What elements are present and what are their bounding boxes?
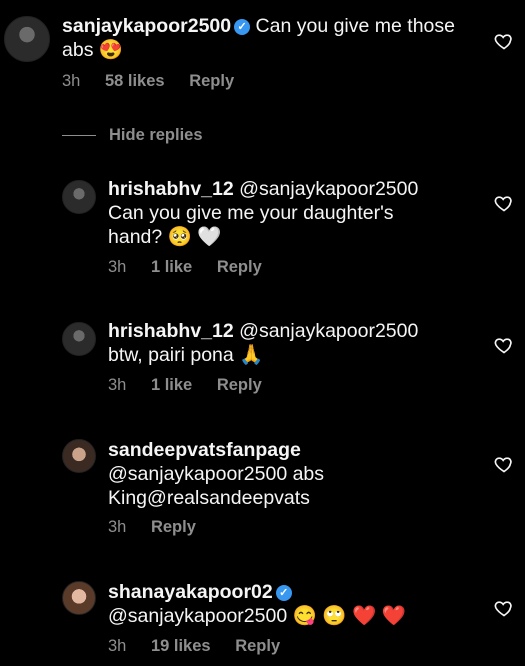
comment-meta: 3h Reply — [108, 518, 216, 537]
verified-badge-icon: ✓ — [275, 585, 292, 601]
avatar[interactable] — [62, 581, 96, 615]
verified-badge-icon: ✓ — [234, 19, 251, 35]
comment-time: 3h — [108, 258, 127, 276]
comment-meta: 3h 19 likes Reply — [108, 637, 300, 656]
comment-time: 3h — [62, 72, 81, 90]
comment-meta: 3h 1 like Reply — [108, 376, 282, 395]
comment-sanjaykapoor2500: sanjaykapoor2500 ✓ Can you give me those … — [0, 0, 525, 100]
reply-button[interactable]: Reply — [235, 637, 280, 655]
divider-line — [62, 134, 96, 136]
heart-outline-icon[interactable] — [493, 454, 515, 474]
likes-count[interactable]: 1 like — [151, 376, 192, 394]
comment-time: 3h — [108, 376, 127, 394]
comment-username[interactable]: shanayakapoor02 — [108, 581, 273, 603]
comment-username[interactable]: sanjaykapoor2500 — [62, 15, 231, 37]
comment-username[interactable]: hrishabhv_12 — [108, 320, 234, 342]
reply-shanayakapoor02: shanayakapoor02 ✓ @sanjaykapoor2500 😋 🙄 ❤… — [0, 578, 525, 666]
heart-outline-icon[interactable] — [493, 193, 515, 213]
comment-time: 3h — [108, 637, 127, 655]
reply-sandeepvatsfanpage: sandeepvatsfanpage @sanjaykapoor2500 abs… — [0, 436, 525, 546]
comment-meta: 3h 1 like Reply — [108, 258, 282, 277]
mention-link[interactable]: @sanjaykapoor2500 — [239, 320, 418, 342]
comment-text: @sanjaykapoor2500 abs King@realsandeepva… — [108, 463, 325, 509]
hide-replies-label: Hide replies — [109, 125, 203, 144]
reply-hrishabhv_12-2: hrishabhv_12 @sanjaykapoor2500 btw, pair… — [0, 317, 525, 407]
heart-outline-icon[interactable] — [493, 31, 515, 51]
reply-button[interactable]: Reply — [189, 72, 234, 90]
likes-count[interactable]: 1 like — [151, 258, 192, 276]
mention-link[interactable]: @sanjaykapoor2500 — [239, 178, 418, 200]
avatar[interactable] — [4, 16, 50, 62]
avatar[interactable] — [62, 439, 96, 473]
reply-button[interactable]: Reply — [217, 258, 262, 276]
hide-replies-toggle[interactable]: Hide replies — [62, 124, 203, 146]
reply-hrishabhv_12-1: hrishabhv_12 @sanjaykapoor2500 Can you g… — [0, 175, 525, 285]
avatar[interactable] — [62, 180, 96, 214]
comment-meta: 3h 58 likes Reply — [62, 72, 254, 91]
likes-count[interactable]: 58 likes — [105, 72, 165, 90]
comment-text: Can you give me your daughter's hand? 🥺 … — [108, 202, 394, 248]
reply-button[interactable]: Reply — [217, 376, 262, 394]
comment-username[interactable]: hrishabhv_12 — [108, 178, 234, 200]
reply-button[interactable]: Reply — [151, 518, 196, 536]
comment-time: 3h — [108, 518, 127, 536]
heart-outline-icon[interactable] — [493, 598, 515, 618]
comment-text: @sanjaykapoor2500 😋 🙄 ❤️ ❤️ — [108, 605, 406, 627]
heart-outline-icon[interactable] — [493, 335, 515, 355]
likes-count[interactable]: 19 likes — [151, 637, 211, 655]
avatar[interactable] — [62, 322, 96, 356]
comment-text: btw, pairi pona 🙏 — [108, 344, 264, 366]
comment-username[interactable]: sandeepvatsfanpage — [108, 439, 301, 461]
